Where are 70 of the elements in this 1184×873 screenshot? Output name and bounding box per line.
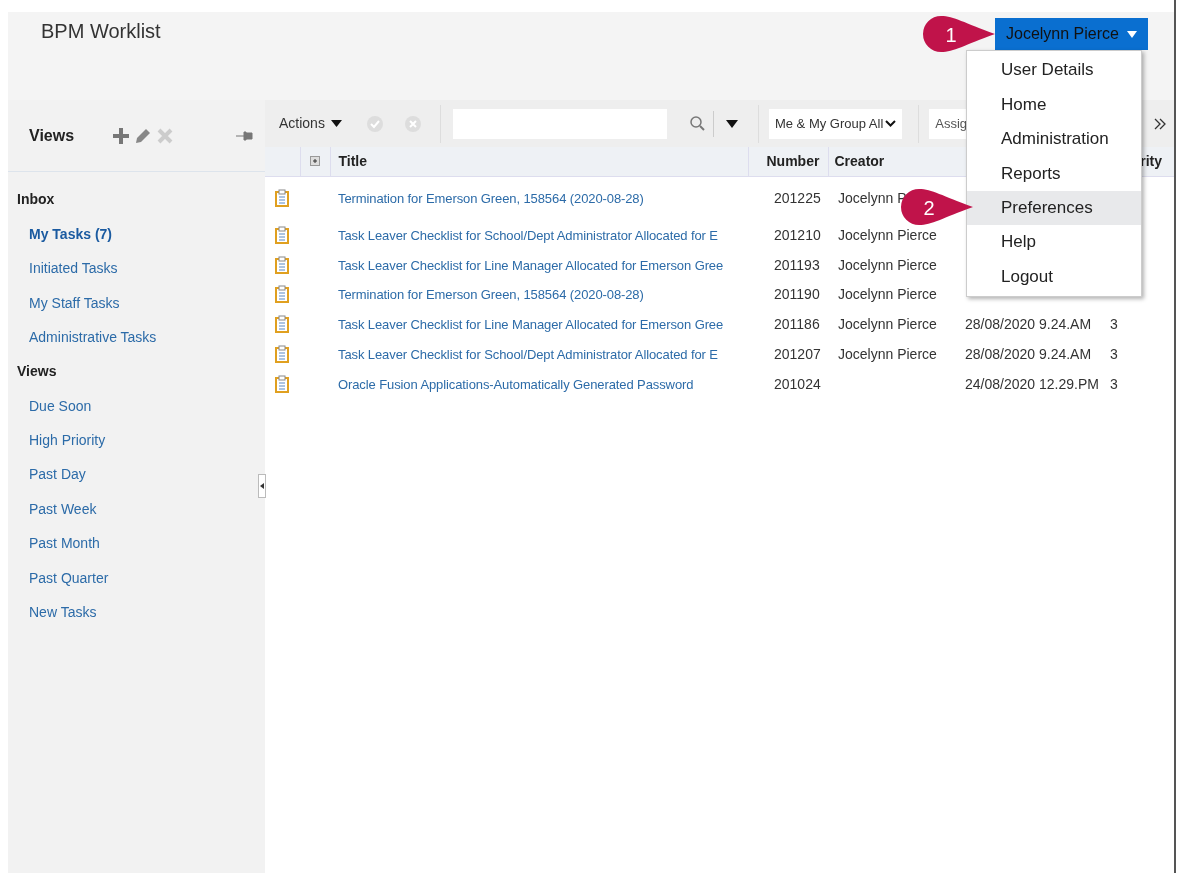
dropdown-caret-icon[interactable] xyxy=(725,119,738,128)
task-link[interactable]: Termination for Emerson Green, 158564 (2020-08-28) xyxy=(338,287,644,303)
view-link[interactable]: High Priority xyxy=(29,431,106,448)
view-link[interactable]: New Tasks xyxy=(29,603,97,620)
table-cell: 28/08/2020 9.24.AM xyxy=(965,316,1092,333)
table-cell: 201186 xyxy=(774,316,820,333)
table-cell: 201225 xyxy=(774,190,821,207)
section-heading: Views xyxy=(16,361,58,381)
table-cell: Jocelynn Pierce xyxy=(838,226,937,243)
column-header[interactable]: Number xyxy=(748,147,828,176)
add-icon[interactable] xyxy=(112,126,130,145)
collapse-handle[interactable] xyxy=(258,474,266,498)
actions-menu[interactable]: Actions xyxy=(273,113,348,134)
clipboard-icon xyxy=(275,255,289,274)
caret-icon xyxy=(330,120,342,127)
sidebar-title: Views xyxy=(28,125,76,146)
table-cell: 201190 xyxy=(774,286,820,303)
table-cell: 201193 xyxy=(774,256,820,273)
task-link[interactable]: Task Leaver Checklist for School/Dept Administrator Allocated for E xyxy=(338,347,718,363)
view-link[interactable]: Due Soon xyxy=(29,397,92,414)
task-link[interactable]: Task Leaver Checklist for School/Dept Administrator Allocated for E xyxy=(338,227,718,243)
clipboard-icon xyxy=(275,285,289,304)
app-title: BPM Worklist xyxy=(41,20,161,42)
filter-dropdown[interactable]: Me & My Group All xyxy=(768,108,903,139)
menu-item[interactable]: Preferences xyxy=(967,190,1141,225)
table-cell: Jocelynn Pierce xyxy=(838,256,937,273)
clipboard-icon xyxy=(275,189,289,208)
pencil-icon[interactable] xyxy=(134,126,152,145)
clipboard-icon xyxy=(275,374,289,393)
table-cell: 3 xyxy=(1110,316,1118,333)
table-cell: 201210 xyxy=(774,226,821,243)
menu-item[interactable]: Logout xyxy=(967,259,1141,294)
clipboard-icon xyxy=(275,225,289,244)
view-link[interactable]: Administrative Tasks xyxy=(29,329,157,346)
table-cell: 201207 xyxy=(774,346,821,363)
clipboard-icon xyxy=(275,315,289,334)
pin-icon[interactable] xyxy=(235,129,253,142)
view-link[interactable]: Past Month xyxy=(29,535,100,552)
clipboard-icon xyxy=(275,345,289,364)
callout-badge: 1 xyxy=(922,15,996,53)
table-cell: 24/08/2020 12.29.PM xyxy=(965,375,1099,392)
caret-icon xyxy=(1126,30,1137,38)
overflow-chevron-icon[interactable] xyxy=(1154,117,1166,130)
view-link[interactable]: Past Week xyxy=(29,500,97,517)
view-link[interactable]: Past Quarter xyxy=(29,569,109,586)
view-link[interactable]: My Tasks (7) xyxy=(29,226,112,242)
menu-item[interactable]: User Details xyxy=(967,53,1141,88)
table-cell: Jocelynn Pierce xyxy=(838,316,937,333)
task-link[interactable]: Termination for Emerson Green, 158564 (2020-08-28) xyxy=(338,191,644,207)
table-cell: 201024 xyxy=(774,375,821,392)
table-cell: 3 xyxy=(1110,346,1118,363)
column-header[interactable]: Creator xyxy=(828,147,955,176)
column-header[interactable]: Title xyxy=(330,147,748,176)
table-cell: Jocelynn Pierce xyxy=(838,346,937,363)
expand-icon[interactable] xyxy=(310,156,320,167)
chevron-down-icon xyxy=(885,119,897,128)
menu-item[interactable]: Help xyxy=(967,224,1141,260)
task-link[interactable]: Task Leaver Checklist for Line Manager Allocated for Emerson Gree xyxy=(338,317,724,333)
search-icon[interactable] xyxy=(688,114,707,133)
section-heading: Inbox xyxy=(16,190,56,209)
task-link[interactable]: Oracle Fusion Applications-Automatically Generated Password xyxy=(338,376,694,392)
view-link[interactable]: Past Day xyxy=(29,466,86,483)
task-link[interactable]: Task Leaver Checklist for Line Manager Allocated for Emerson Gree xyxy=(338,257,724,273)
table-cell: 28/08/2020 9.24.AM xyxy=(965,346,1092,363)
table-cell: 3 xyxy=(1110,375,1118,392)
menu-item[interactable]: Reports xyxy=(967,156,1141,191)
view-link[interactable]: My Staff Tasks xyxy=(29,294,120,311)
user-menu-button[interactable]: Jocelynn Pierce xyxy=(995,18,1148,50)
table-cell: Jocelynn Pierce xyxy=(838,286,937,303)
view-link[interactable]: Initiated Tasks xyxy=(29,260,118,277)
